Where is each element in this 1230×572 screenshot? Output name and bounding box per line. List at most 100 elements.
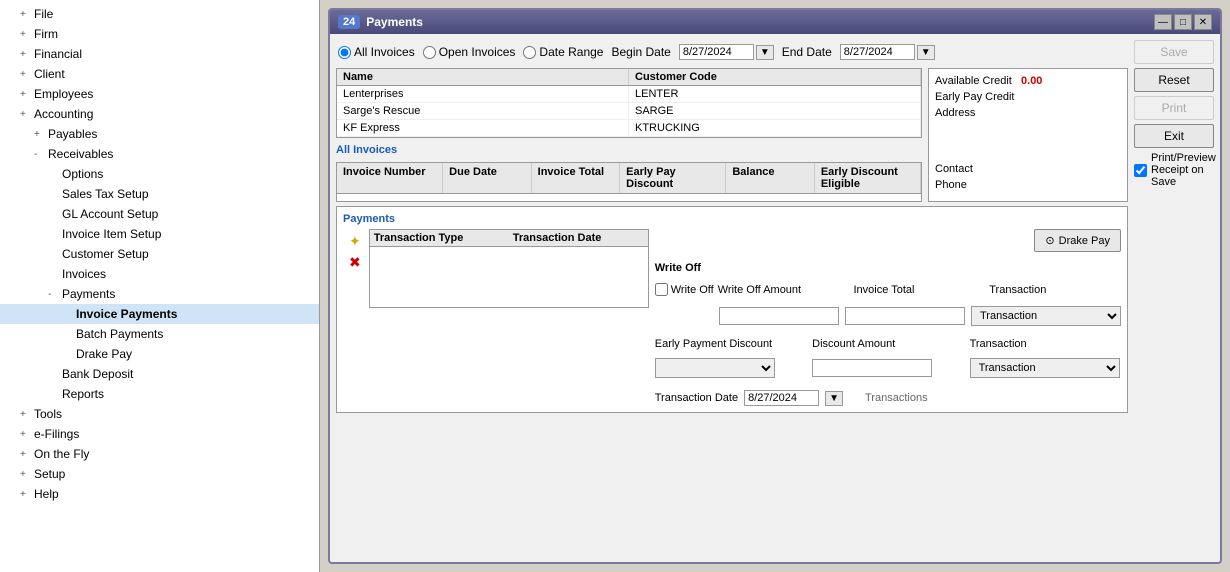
- sidebar-item-file[interactable]: + File: [0, 4, 319, 24]
- maximize-button[interactable]: □: [1174, 14, 1192, 30]
- sidebar-item-on-the-fly[interactable]: + On the Fly: [0, 444, 319, 464]
- transaction-col-label: Transaction: [989, 284, 1121, 296]
- sidebar-item-reports[interactable]: Reports: [0, 384, 319, 404]
- reset-button[interactable]: Reset: [1134, 68, 1214, 92]
- sidebar-item-customer-setup[interactable]: Customer Setup: [0, 244, 319, 264]
- transaction-type-col: Transaction Type: [370, 230, 509, 246]
- sidebar-item-financial[interactable]: + Financial: [0, 44, 319, 64]
- available-credit-label: Available Credit: [935, 75, 1012, 87]
- table-row[interactable]: Sarge's Rescue SARGE: [337, 103, 921, 120]
- expand-icon: +: [20, 9, 34, 20]
- transaction-date-dropdown[interactable]: ▼: [825, 391, 843, 406]
- window-title: Payments: [366, 15, 423, 29]
- write-off-amount-input[interactable]: [719, 307, 839, 325]
- window-controls: — □ ✕: [1154, 14, 1212, 30]
- sidebar-item-bank-deposit[interactable]: Bank Deposit: [0, 364, 319, 384]
- close-button[interactable]: ✕: [1194, 14, 1212, 30]
- sidebar-item-drake-pay[interactable]: Drake Pay: [0, 344, 319, 364]
- col-balance: Balance: [726, 163, 814, 193]
- write-off-checkbox-label[interactable]: Write Off: [655, 283, 714, 296]
- open-invoices-radio[interactable]: [423, 46, 436, 59]
- save-button[interactable]: Save: [1134, 40, 1214, 64]
- sidebar-item-setup[interactable]: + Setup: [0, 464, 319, 484]
- sidebar-item-invoices[interactable]: Invoices: [0, 264, 319, 284]
- expand-icon: -: [34, 149, 48, 160]
- print-preview-checkbox[interactable]: [1134, 164, 1147, 177]
- all-invoices-radio[interactable]: [338, 46, 351, 59]
- invoice-total-label: Invoice Total: [854, 284, 986, 296]
- customer-code: KTRUCKING: [629, 120, 921, 136]
- transaction-date-label: Transaction Date: [655, 392, 738, 404]
- sidebar-item-receivables[interactable]: - Receivables: [0, 144, 319, 164]
- sidebar-item-accounting[interactable]: + Accounting: [0, 104, 319, 124]
- discount-amount-input[interactable]: [812, 359, 932, 377]
- end-date-input[interactable]: [840, 44, 915, 60]
- write-off-checkbox[interactable]: [655, 283, 668, 296]
- col-early-discount-eligible: Early Discount Eligible: [815, 163, 921, 193]
- expand-icon: -: [48, 289, 62, 300]
- write-off-amount-label: Write Off Amount: [718, 284, 850, 296]
- window-title-left: 24 Payments: [338, 15, 423, 29]
- right-buttons-panel: Save Reset Print Exit Print/Preview Rece…: [1134, 40, 1214, 556]
- date-range-radio-label[interactable]: Date Range: [523, 45, 603, 59]
- customer-code: SARGE: [629, 103, 921, 119]
- sidebar-item-firm[interactable]: + Firm: [0, 24, 319, 44]
- transaction-select[interactable]: Transaction: [971, 306, 1121, 326]
- end-date-label: End Date: [782, 45, 832, 59]
- sidebar-item-client[interactable]: + Client: [0, 64, 319, 84]
- expand-icon: +: [20, 89, 34, 100]
- open-invoices-radio-label[interactable]: Open Invoices: [423, 45, 516, 59]
- begin-date-label: Begin Date: [611, 45, 670, 59]
- sidebar-item-invoice-payments[interactable]: Invoice Payments: [0, 304, 319, 324]
- minimize-button[interactable]: —: [1154, 14, 1172, 30]
- sidebar-item-help[interactable]: + Help: [0, 484, 319, 504]
- begin-date-input[interactable]: [679, 44, 754, 60]
- begin-date-dropdown[interactable]: ▼: [756, 45, 774, 60]
- sidebar-item-employees[interactable]: + Employees: [0, 84, 319, 104]
- discount-amount-label: Discount Amount: [812, 338, 963, 350]
- transaction-date-col: Transaction Date: [509, 230, 648, 246]
- epd-transaction-select[interactable]: Transaction: [970, 358, 1120, 378]
- end-date-dropdown[interactable]: ▼: [917, 45, 935, 60]
- sidebar-item-tools[interactable]: + Tools: [0, 404, 319, 424]
- expand-icon: +: [20, 489, 34, 500]
- print-preview-row: Print/Preview Receipt on Save: [1134, 152, 1214, 188]
- available-credit-row: Available Credit 0.00: [935, 75, 1121, 87]
- customer-name: Sarge's Rescue: [337, 103, 629, 119]
- sidebar-item-invoice-item-setup[interactable]: Invoice Item Setup: [0, 224, 319, 244]
- sidebar-item-options[interactable]: Options: [0, 164, 319, 184]
- expand-icon: +: [20, 469, 34, 480]
- all-invoices-radio-label[interactable]: All Invoices: [338, 45, 415, 59]
- customer-code: LENTER: [629, 86, 921, 102]
- invoice-total-input[interactable]: [845, 307, 965, 325]
- date-range-radio[interactable]: [523, 46, 536, 59]
- writeoff-section: ⊙ Drake Pay Write Off Write Off: [655, 229, 1121, 406]
- transaction-date-input[interactable]: [744, 390, 819, 406]
- payments-inner: ✦ ✖ Transaction Type Transaction Date: [343, 229, 1121, 406]
- col-invoice-total: Invoice Total: [532, 163, 620, 193]
- print-button[interactable]: Print: [1134, 96, 1214, 120]
- exit-button[interactable]: Exit: [1134, 124, 1214, 148]
- delete-icon[interactable]: ✖: [349, 254, 361, 271]
- sidebar-item-sales-tax-setup[interactable]: Sales Tax Setup: [0, 184, 319, 204]
- table-row[interactable]: Lenterprises LENTER: [337, 86, 921, 103]
- sidebar-item-batch-payments[interactable]: Batch Payments: [0, 324, 319, 344]
- drake-pay-button[interactable]: ⊙ Drake Pay: [1034, 229, 1121, 252]
- top-area: Name Customer Code Lenterprises LENTER S…: [336, 68, 1128, 202]
- write-off-title: Write Off: [655, 262, 1121, 274]
- expand-icon: +: [20, 449, 34, 460]
- drake-pay-icon: ⊙: [1045, 234, 1054, 247]
- expand-icon: +: [20, 29, 34, 40]
- sidebar-item-efilings[interactable]: + e-Filings: [0, 424, 319, 444]
- sidebar-item-payments[interactable]: - Payments: [0, 284, 319, 304]
- star-icon[interactable]: ✦: [349, 233, 361, 250]
- table-row[interactable]: KF Express KTRUCKING: [337, 120, 921, 137]
- customer-name: KF Express: [337, 120, 629, 136]
- sidebar-item-payables[interactable]: + Payables: [0, 124, 319, 144]
- phone-row: Phone: [935, 179, 1121, 191]
- early-pay-credit-label: Early Pay Credit: [935, 91, 1014, 103]
- sidebar-item-gl-account-setup[interactable]: GL Account Setup: [0, 204, 319, 224]
- main-area: 24 Payments — □ ✕ All Invoices: [320, 0, 1230, 572]
- contact-row: Contact: [935, 163, 1121, 175]
- epd-select[interactable]: [655, 358, 775, 378]
